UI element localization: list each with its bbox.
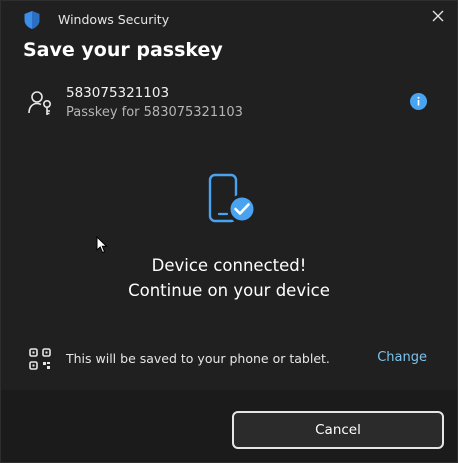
close-button[interactable] — [425, 3, 451, 29]
dialog-footer: Cancel — [1, 390, 457, 462]
dialog-heading: Save your passkey — [23, 39, 223, 61]
windows-security-shield-icon — [23, 10, 41, 30]
passkey-dialog: Windows Security Save your passkey 58307… — [0, 0, 458, 463]
save-location-row: This will be saved to your phone or tabl… — [23, 346, 435, 374]
change-link[interactable]: Change — [377, 350, 427, 365]
title-bar: Windows Security — [1, 1, 457, 37]
save-location-text: This will be saved to your phone or tabl… — [66, 351, 330, 366]
account-subtitle: Passkey for 583075321103 — [66, 105, 243, 120]
info-icon[interactable] — [410, 93, 427, 110]
status-continue: Continue on your device — [128, 281, 330, 300]
phone-check-icon — [204, 173, 262, 229]
status-connected: Device connected! — [151, 256, 307, 275]
mouse-pointer-icon — [96, 235, 108, 254]
cancel-button[interactable]: Cancel — [232, 411, 444, 449]
account-name: 583075321103 — [66, 85, 170, 101]
app-title: Windows Security — [58, 12, 170, 27]
qr-code-icon — [29, 348, 51, 370]
close-icon — [432, 7, 444, 26]
account-row: 583075321103 Passkey for 583075321103 — [23, 83, 435, 127]
key-person-icon — [27, 89, 55, 117]
